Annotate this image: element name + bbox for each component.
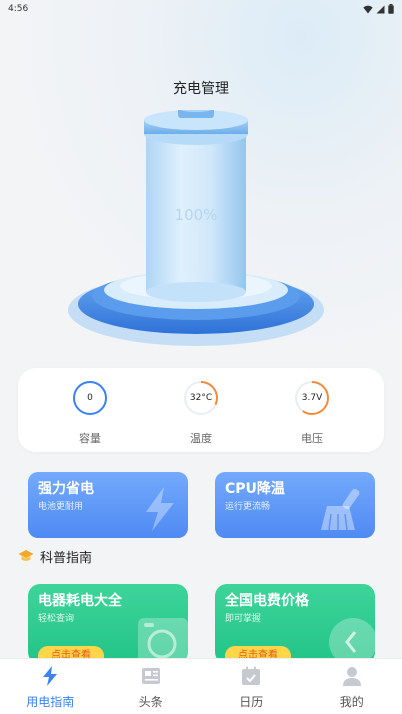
capacity-value: 0 [87,393,93,403]
lightning-icon [146,487,174,531]
status-bar: 4:56 [0,0,402,18]
temperature-gauge: 32°C [183,380,219,416]
tab-headlines-label: 头条 [138,695,163,709]
power-saving-card[interactable]: 强力省电 电池更耐用 [28,472,188,538]
tab-power-guide-label: 用电指南 [26,695,75,709]
stat-capacity: 0 容量 [60,380,120,446]
tab-headlines[interactable]: 头条 [101,659,202,714]
voltage-label: 电压 [301,432,323,445]
science-guide-header: 科普指南 [18,546,92,566]
battery-status-icon [388,4,394,14]
electricity-price-card[interactable]: 全国电费价格 即可掌握 点击查看 [215,584,375,664]
tab-calendar-label: 日历 [239,695,264,709]
status-time: 4:56 [8,4,29,14]
capacity-label: 容量 [79,432,101,445]
tab-calendar[interactable]: 日历 [201,659,302,714]
electricity-price-title: 全国电费价格 [225,593,309,609]
battery-percent: 100% [175,206,218,224]
calendar-icon [240,665,262,687]
newspaper-icon [140,665,162,687]
price-badge-icon [329,618,375,664]
person-icon [341,665,363,687]
appliance-power-card[interactable]: 电器耗电大全 轻松查询 点击查看 [28,584,188,664]
appliance-power-title: 电器耗电大全 [38,593,122,609]
battery-bottom [146,282,246,302]
tab-profile-label: 我的 [339,695,364,709]
washing-machine-icon [138,618,188,664]
voltage-value: 3.7V [301,393,323,403]
tab-profile[interactable]: 我的 [302,659,402,714]
signal-icon [376,5,385,13]
temperature-value: 32°C [189,393,213,403]
lightning-icon [39,665,61,687]
stat-voltage: 3.7V 电压 [282,380,342,446]
battery-illustration: 100% [68,110,324,346]
status-icons [363,4,394,14]
wifi-icon [363,5,373,13]
stat-temperature: 32°C 温度 [171,380,231,446]
graduation-cap-icon [18,550,34,561]
page-title: 充电管理 [173,81,229,97]
cpu-cooling-card[interactable]: CPU降温 运行更流畅 [215,472,375,538]
voltage-gauge: 3.7V [294,380,330,416]
temperature-label: 温度 [190,432,212,445]
section-title: 科普指南 [40,550,93,566]
device-stats-card: 0 容量 32°C 温度 3.7V 电压 [18,368,384,452]
tab-power-guide[interactable]: 用电指南 [0,659,101,714]
capacity-gauge: 0 [72,380,108,416]
bottom-tab-bar: 用电指南 头条 日历 我的 [0,658,402,714]
broom-icon [321,488,360,531]
